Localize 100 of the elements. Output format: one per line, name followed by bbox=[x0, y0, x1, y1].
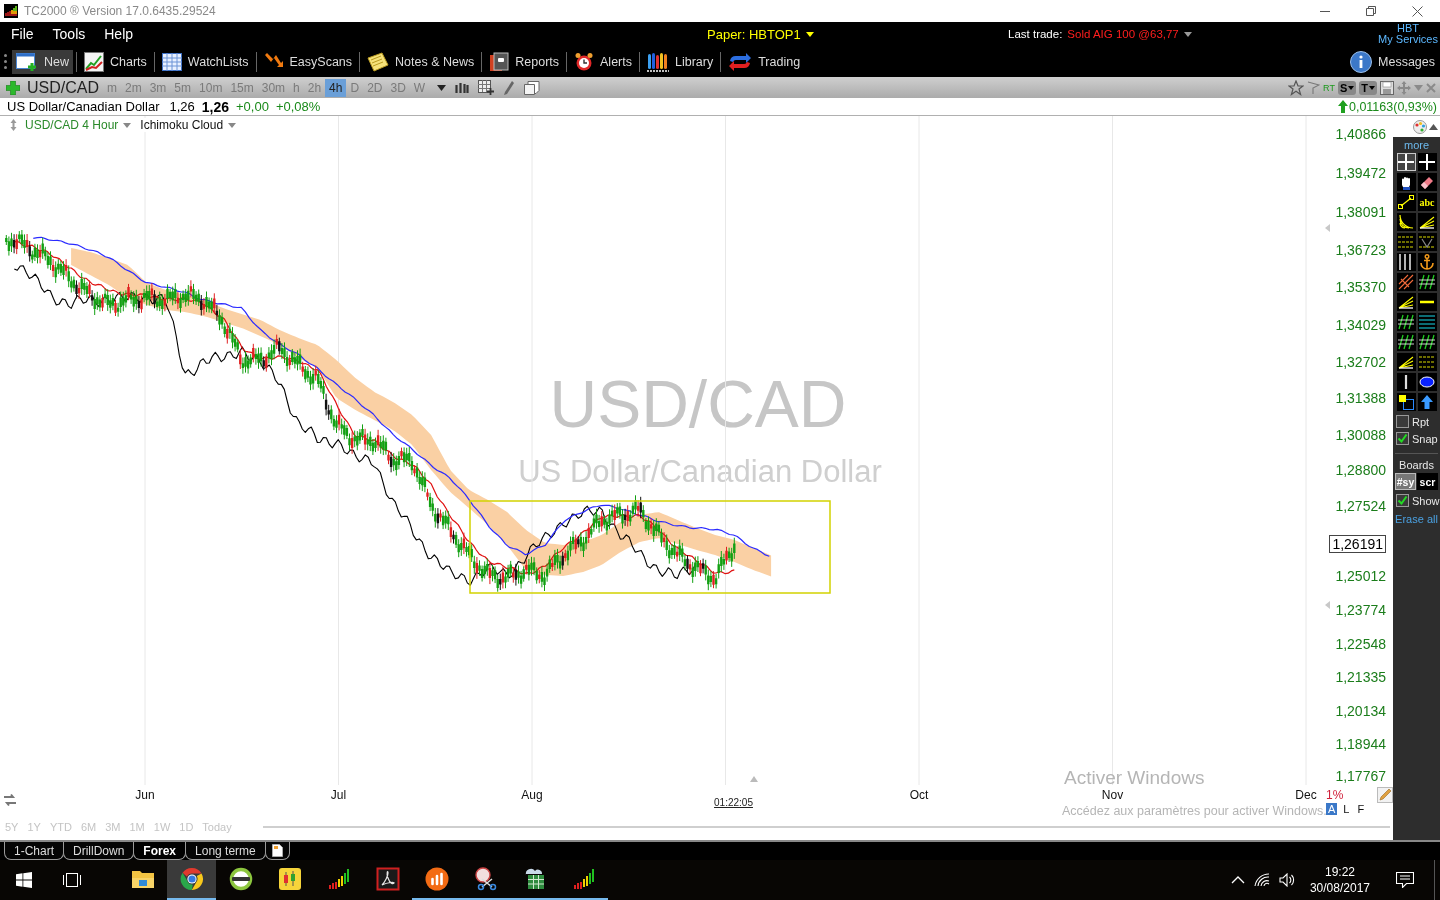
scale-percent[interactable]: 1% bbox=[1326, 788, 1344, 802]
drawing-tool-button[interactable]: abc bbox=[1417, 193, 1437, 211]
drawing-tool-button[interactable] bbox=[1396, 213, 1416, 231]
option-checkbox[interactable] bbox=[1396, 432, 1409, 445]
round-logo-icon bbox=[179, 867, 204, 891]
new-tab-button[interactable] bbox=[264, 842, 290, 860]
services-link[interactable]: HBT bbox=[1397, 23, 1420, 34]
drawing-tool-button[interactable] bbox=[1396, 173, 1416, 191]
parallel-lines-icon bbox=[1419, 354, 1435, 370]
option-checkbox[interactable] bbox=[1396, 415, 1409, 428]
fan-lines-icon bbox=[1398, 294, 1414, 310]
indicator-dropdown[interactable]: Ichimoku Cloud bbox=[140, 118, 224, 132]
erase-all-link[interactable]: Erase all bbox=[1395, 513, 1438, 525]
scale-mode-button[interactable]: L bbox=[1341, 803, 1352, 815]
drawing-tool-button[interactable] bbox=[1417, 273, 1437, 291]
activation-notice-title: Activer Windows bbox=[1064, 768, 1205, 788]
y-axis-label: 1,34029 bbox=[1335, 316, 1386, 333]
chart-title-dropdown[interactable]: USD/CAD 4 Hour bbox=[25, 118, 119, 132]
refresh-icon[interactable] bbox=[3, 793, 17, 807]
scale-mode-button[interactable]: A bbox=[1326, 803, 1338, 815]
drawing-tool-button[interactable] bbox=[1417, 253, 1437, 271]
toolbar-button[interactable]: Charts bbox=[80, 49, 151, 74]
clock-time[interactable]: 19:22 bbox=[1324, 864, 1355, 880]
scale-mode-button[interactable]: F bbox=[1355, 803, 1367, 815]
caret-down-icon[interactable] bbox=[437, 84, 447, 91]
drawing-tool-button[interactable] bbox=[1417, 153, 1437, 171]
menu-item[interactable]: File bbox=[4, 24, 41, 44]
volume-icon[interactable] bbox=[1278, 873, 1295, 887]
drawing-tool-button[interactable] bbox=[1417, 173, 1437, 191]
more-link[interactable]: more bbox=[1403, 139, 1430, 151]
clock-date[interactable]: 30/08/2017 bbox=[1309, 880, 1370, 896]
toolbar-button[interactable]: Library bbox=[643, 49, 718, 74]
style-dropdown[interactable]: S bbox=[1337, 80, 1357, 95]
style-dropdown[interactable]: T bbox=[1359, 80, 1377, 95]
layout-tab[interactable]: DrillDown bbox=[63, 842, 135, 860]
taskbar-app-button[interactable] bbox=[167, 860, 216, 900]
scrollbar[interactable] bbox=[262, 826, 1390, 828]
drawing-tool-button[interactable] bbox=[1417, 293, 1437, 311]
fan-lines-icon bbox=[1398, 354, 1414, 370]
drawing-tool-button[interactable] bbox=[1396, 293, 1416, 311]
table-plus-icon[interactable] bbox=[478, 80, 495, 95]
drawing-tool-button[interactable] bbox=[1396, 153, 1416, 171]
rising-bars-icon bbox=[326, 867, 351, 891]
toolbar-button[interactable]: Reports bbox=[485, 49, 564, 74]
pencil-icon[interactable] bbox=[1377, 787, 1393, 803]
toolbar-button[interactable]: Alerts bbox=[570, 49, 636, 74]
toolbar-button[interactable]: Notes & News bbox=[363, 49, 479, 74]
drawing-tool-button[interactable] bbox=[1396, 193, 1416, 211]
caret-up-icon[interactable] bbox=[1429, 123, 1438, 130]
crosshair-icon bbox=[1398, 154, 1414, 170]
toolbar-button[interactable]: Trading bbox=[724, 49, 805, 74]
toolbar-button[interactable]: WatchLists bbox=[157, 49, 253, 74]
vials-icon bbox=[647, 50, 669, 73]
save-icon[interactable] bbox=[1380, 80, 1394, 95]
board-button[interactable]: #sy bbox=[1395, 473, 1416, 490]
wifi-icon[interactable] bbox=[1253, 873, 1270, 887]
y-axis-label: 1,17767 bbox=[1335, 768, 1386, 784]
drawing-tool-button[interactable] bbox=[1396, 333, 1416, 351]
drawing-tool-button[interactable] bbox=[1417, 393, 1437, 411]
last-trade-value[interactable]: Sold AIG 100 @63,77 bbox=[1067, 28, 1179, 40]
last-trade-label: Last trade: bbox=[1008, 28, 1063, 40]
chevron-up-icon[interactable] bbox=[1230, 876, 1245, 884]
boards-label: Boards bbox=[1399, 459, 1434, 471]
layout-tab[interactable]: Long terme bbox=[185, 842, 266, 860]
board-button[interactable]: scr bbox=[1417, 473, 1438, 490]
messages-button[interactable]: Messages bbox=[1346, 49, 1439, 74]
expand-vertical-icon[interactable] bbox=[10, 119, 17, 131]
bars-icon[interactable] bbox=[455, 82, 470, 93]
account-selector[interactable]: Paper: HBTOP1 bbox=[707, 26, 801, 42]
price-change: +0,00 bbox=[236, 99, 269, 114]
axis-marker-icon bbox=[1325, 224, 1330, 232]
y-axis-label: 1,22548 bbox=[1335, 635, 1386, 652]
drawing-tool-button[interactable] bbox=[1396, 253, 1416, 271]
pages-icon[interactable] bbox=[524, 80, 541, 95]
pencil-icon[interactable] bbox=[503, 79, 516, 96]
toolbar-button[interactable]: EasyScans bbox=[259, 49, 357, 74]
drawing-tool-button[interactable] bbox=[1396, 373, 1416, 391]
y-axis-label: 1,20134 bbox=[1335, 702, 1386, 719]
drawing-tool-button[interactable] bbox=[1417, 333, 1437, 351]
percent-change: +0,08% bbox=[275, 99, 321, 114]
info-icon bbox=[1350, 50, 1372, 73]
symbol-field[interactable]: USD/CAD bbox=[27, 78, 99, 97]
restore-icon bbox=[1366, 6, 1376, 16]
drawing-tool-button[interactable] bbox=[1396, 273, 1416, 291]
option-checkbox[interactable] bbox=[1396, 494, 1409, 507]
toolbar-button[interactable]: New bbox=[12, 49, 73, 74]
services-link[interactable]: My Services bbox=[1378, 34, 1438, 45]
drawing-tool-button[interactable] bbox=[1396, 313, 1416, 331]
drawing-tool-button[interactable] bbox=[1417, 213, 1437, 231]
layout-tab[interactable]: 1-Chart bbox=[4, 842, 64, 860]
drawing-tool-button[interactable] bbox=[1396, 393, 1416, 411]
menu-item[interactable]: Help bbox=[97, 24, 141, 44]
arrow-up-icon bbox=[1337, 100, 1348, 113]
drawing-tool-button[interactable] bbox=[1417, 373, 1437, 391]
y-axis-label: 1,23774 bbox=[1335, 601, 1386, 618]
interval-button[interactable]: 4h bbox=[325, 78, 347, 97]
drawing-tool-button[interactable] bbox=[1396, 353, 1416, 371]
star-icon[interactable] bbox=[1288, 79, 1305, 96]
menu-item[interactable]: Tools bbox=[45, 24, 93, 44]
candlestick-icon bbox=[277, 867, 302, 891]
